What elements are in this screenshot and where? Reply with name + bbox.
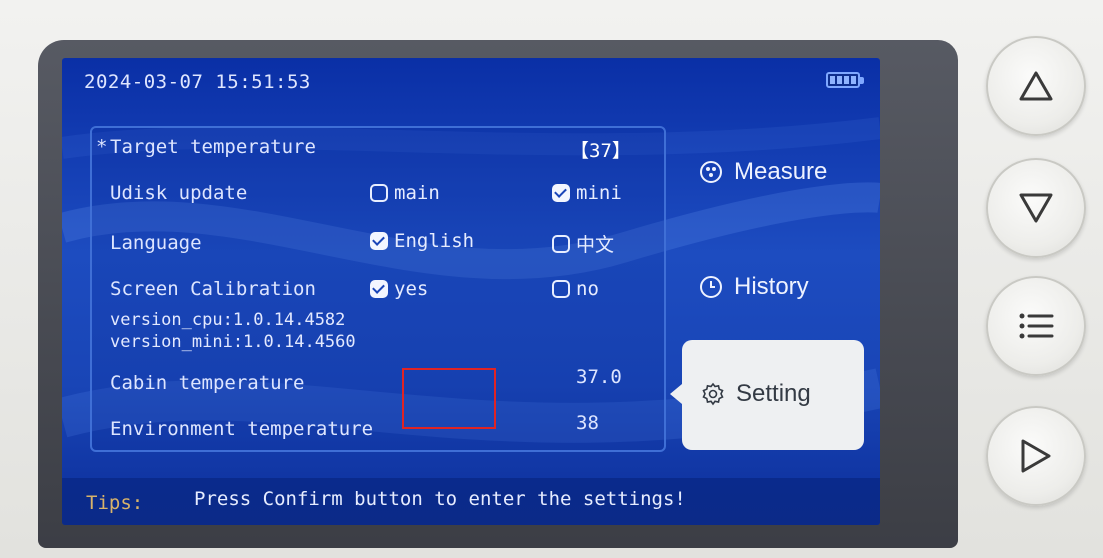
menu-history[interactable]: History	[698, 273, 809, 301]
checkbox-checked-icon	[370, 280, 388, 298]
settings-panel: * Target temperature 【37】 Udisk update m…	[90, 126, 666, 452]
calibration-yes-label: yes	[394, 278, 429, 300]
menu-history-label: History	[734, 273, 809, 300]
menu-setting-row: Setting	[700, 380, 811, 408]
checkbox-checked-icon	[370, 232, 388, 250]
status-bar: 2024-03-07 15:51:53	[62, 58, 880, 108]
up-button[interactable]	[986, 36, 1086, 136]
language-english-label: English	[394, 230, 475, 252]
checkbox-unchecked-icon	[552, 280, 570, 298]
checkbox-unchecked-icon	[370, 184, 388, 202]
menu-setting[interactable]: Setting	[670, 340, 864, 450]
tips-label: Tips:	[86, 492, 144, 514]
list-icon	[1019, 313, 1054, 339]
menu-setting-label: Setting	[736, 380, 811, 407]
calibration-no-option[interactable]: no	[552, 278, 599, 300]
udisk-main-option[interactable]: main	[370, 182, 440, 204]
version-cpu: version_cpu:1.0.14.4582	[110, 310, 346, 330]
menu-button[interactable]	[986, 276, 1086, 376]
environment-temperature-value: 38	[576, 412, 599, 434]
confirm-button[interactable]	[986, 406, 1086, 506]
checkbox-checked-icon	[552, 184, 570, 202]
udisk-mini-label: mini	[576, 182, 622, 204]
checkbox-unchecked-icon	[552, 234, 570, 253]
language-chinese-label: 中文	[576, 234, 615, 256]
language-label: Language	[110, 232, 202, 254]
target-temperature-label[interactable]: Target temperature	[110, 136, 316, 158]
lcd-screen: 2024-03-07 15:51:53 * Target temperature…	[62, 58, 880, 525]
version-highlight-box	[402, 368, 496, 429]
triangle-down-icon	[1019, 193, 1053, 223]
tips-text: Press Confirm button to enter the settin…	[194, 488, 686, 510]
language-chinese-option[interactable]: 中文	[552, 230, 614, 257]
environment-temperature-label: Environment temperature	[110, 418, 374, 440]
screen-calibration-label: Screen Calibration	[110, 278, 316, 300]
gear-icon	[700, 381, 726, 407]
triangle-up-icon	[1019, 71, 1053, 101]
down-button[interactable]	[986, 158, 1086, 258]
menu-measure[interactable]: Measure	[698, 158, 827, 186]
device-housing: 2024-03-07 15:51:53 * Target temperature…	[0, 0, 1103, 558]
datetime-display: 2024-03-07 15:51:53	[84, 71, 311, 93]
udisk-update-label: Udisk update	[110, 182, 248, 204]
target-temperature-value[interactable]: 【37】	[570, 136, 631, 163]
calibration-yes-option[interactable]: yes	[370, 278, 428, 300]
menu-measure-label: Measure	[734, 158, 828, 185]
calibration-no-label: no	[576, 278, 599, 300]
measure-icon	[698, 159, 724, 185]
cabin-temperature-label: Cabin temperature	[110, 372, 305, 394]
udisk-mini-option[interactable]: mini	[552, 182, 622, 204]
version-mini: version_mini:1.0.14.4560	[110, 332, 356, 352]
cabin-temperature-value: 37.0	[576, 366, 622, 388]
triangle-right-icon	[1021, 439, 1051, 473]
tips-bar: Tips: Press Confirm button to enter the …	[62, 478, 880, 525]
battery-icon	[826, 72, 864, 88]
udisk-main-label: main	[394, 182, 440, 204]
language-english-option[interactable]: English	[370, 230, 474, 252]
clock-icon	[698, 274, 724, 300]
target-temperature-marker: *	[96, 136, 108, 158]
